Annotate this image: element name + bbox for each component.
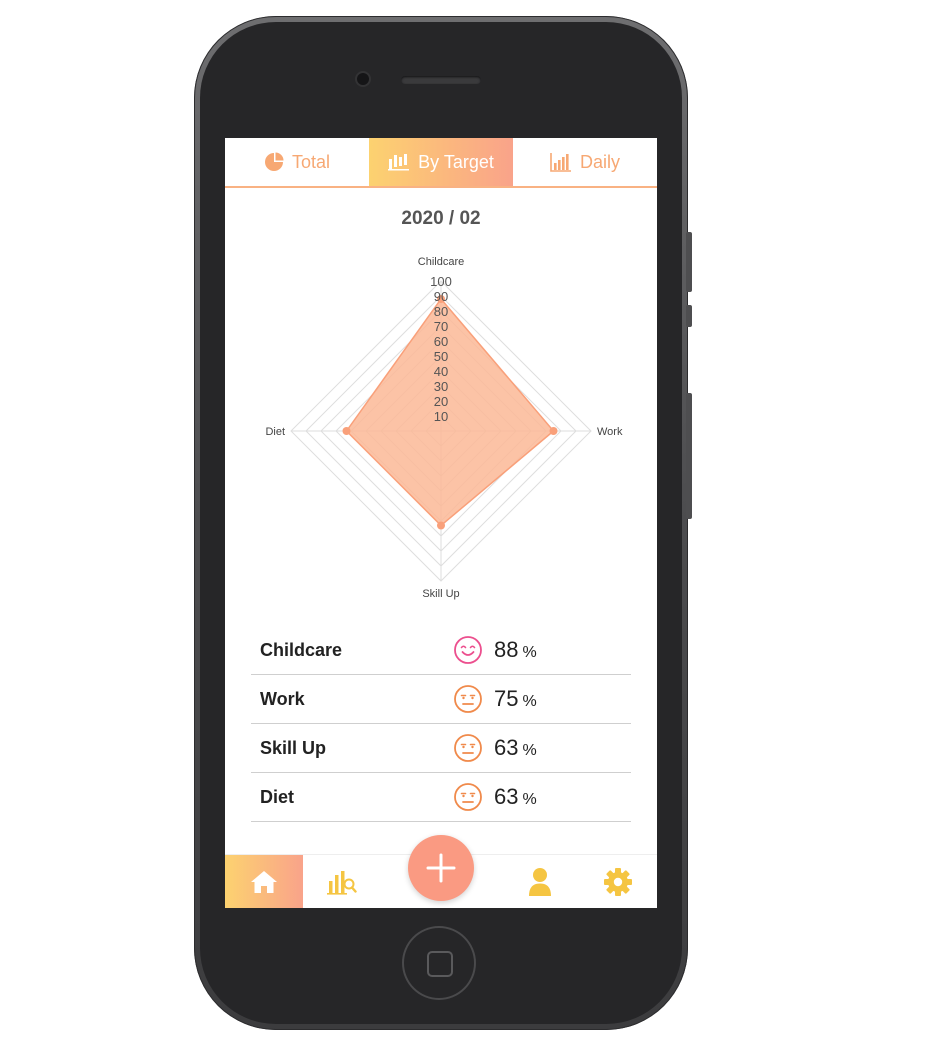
target-name: Diet: [260, 787, 295, 807]
front-camera: [357, 73, 369, 85]
tab-by-target-label: By Target: [418, 151, 494, 172]
percent-unit: %: [522, 644, 537, 661]
percent-unit: %: [522, 693, 537, 710]
app-screen: Total By Target Daily 2020 / 02 10 20 30…: [225, 138, 657, 908]
tab-total-label: Total: [291, 151, 331, 172]
target-percentage: 88%: [494, 637, 537, 663]
settings-icon: [604, 868, 632, 896]
neutral-face-icon: [454, 734, 482, 762]
nav-settings[interactable]: [579, 855, 657, 908]
radar-tick-label: 20: [434, 394, 448, 409]
target-value: 88: [494, 637, 519, 662]
nav-profile[interactable]: [501, 855, 579, 908]
radar-tick-label: 70: [434, 319, 448, 334]
nav-home[interactable]: [225, 855, 303, 908]
radar-axis-label: Diet: [265, 426, 285, 438]
mute-switch: [686, 305, 692, 327]
radar-axis-label: Skill Up: [422, 588, 459, 600]
smile-face-icon: [454, 636, 482, 664]
pie-chart-icon: [264, 152, 284, 171]
radar-tick-label: 60: [434, 334, 448, 349]
radar-tick-label: 10: [434, 409, 448, 424]
bar-chart-icon: [388, 154, 410, 171]
home-hardware-button[interactable]: [402, 926, 476, 1000]
radar-tick-label: 100: [430, 274, 452, 289]
target-value: 63: [494, 735, 519, 760]
radar-data-point: [342, 427, 351, 435]
add-button[interactable]: [408, 835, 474, 901]
radar-tick-label: 30: [434, 379, 448, 394]
daily-bars-icon: [550, 153, 571, 172]
target-percentage: 63%: [494, 784, 537, 810]
radar-tick-label: 80: [434, 304, 448, 319]
target-percentage: 63%: [494, 735, 537, 761]
target-percentage: 75%: [494, 686, 537, 712]
power-button: [686, 393, 692, 519]
radar-data-point: [549, 427, 558, 435]
analytics-icon: [327, 871, 357, 895]
tab-total[interactable]: Total: [225, 138, 369, 186]
list-item[interactable]: Work 75%: [251, 675, 631, 724]
tab-by-target[interactable]: By Target: [369, 138, 513, 186]
radar-tick-label: 50: [434, 349, 448, 364]
target-list: Childcare 88% Work 75% Skill Up 63 % Die…: [251, 626, 631, 822]
tab-daily[interactable]: Daily: [513, 138, 657, 186]
nav-analytics[interactable]: [303, 855, 381, 908]
list-item[interactable]: Childcare 88%: [251, 626, 631, 675]
neutral-face-icon: [454, 783, 482, 811]
radar-tick-label: 40: [434, 364, 448, 379]
radar-axis-label: Childcare: [418, 256, 464, 268]
volume-up-button: [686, 232, 692, 292]
radar-series-area: [345, 297, 555, 527]
radar-chart: 102030405060708090100 Childcare Work Skill …: [265, 256, 623, 600]
list-item[interactable]: Skill Up 63%: [251, 724, 631, 773]
earpiece-speaker: [401, 76, 481, 84]
period-title: 2020 / 02: [401, 208, 481, 229]
target-name: Childcare: [260, 640, 343, 660]
radar-data-point: [437, 521, 445, 530]
target-value: 63: [494, 784, 519, 809]
target-name: Skill Up: [260, 738, 327, 758]
report-tabs: Total By Target Daily: [225, 138, 657, 188]
user-icon: [529, 868, 551, 896]
target-value: 75: [494, 686, 519, 711]
percent-unit: %: [522, 742, 537, 759]
radar-tick-label: 90: [434, 289, 448, 304]
home-icon: [251, 871, 277, 893]
neutral-face-icon: [454, 685, 482, 713]
radar-axis-label: Work: [597, 426, 623, 438]
add-icon: [426, 853, 456, 883]
list-item[interactable]: Diet 63%: [251, 773, 631, 822]
percent-unit: %: [522, 791, 537, 808]
target-name: Work: [260, 689, 305, 709]
tab-daily-label: Daily: [579, 151, 620, 172]
